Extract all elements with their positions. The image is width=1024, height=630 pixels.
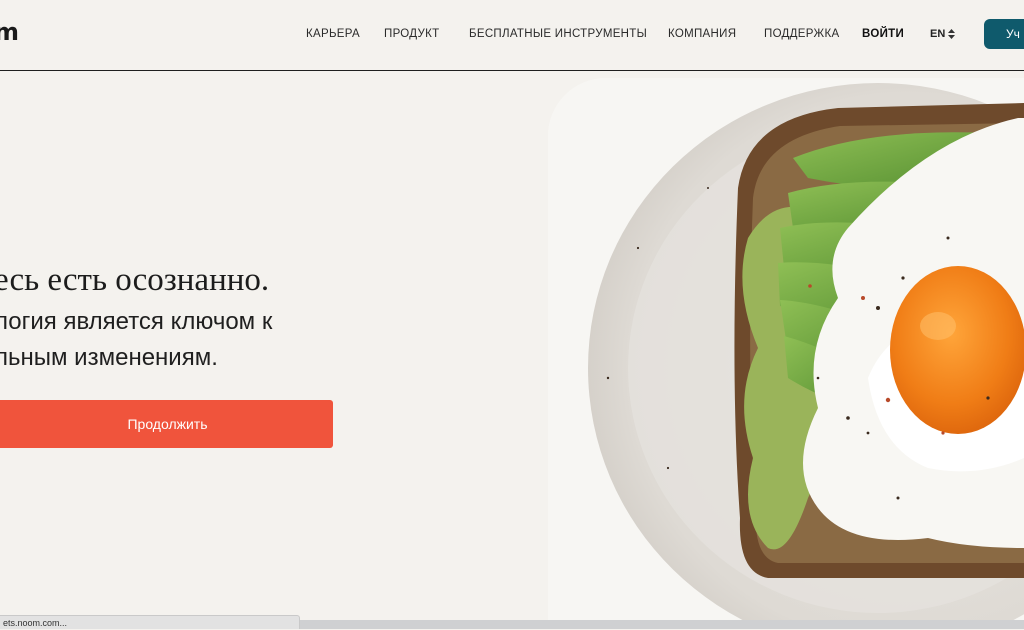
nav-item-support[interactable]: ПОДДЕРЖКА: [764, 28, 839, 40]
language-selector[interactable]: EN: [930, 28, 956, 40]
hero-food-image: [548, 78, 1024, 620]
nav-item-free-tools[interactable]: БЕСПЛАТНЫЕ ИНСТРУМЕНТЫ: [469, 28, 647, 40]
sort-arrows-icon: [948, 29, 956, 39]
top-header: m КАРЬЕРА ПРОДУКТ БЕСПЛАТНЫЕ ИНСТРУМЕНТЫ…: [0, 0, 1024, 71]
nav-item-career[interactable]: КАРЬЕРА: [306, 28, 360, 40]
hero-subline-1: логия является ключом к: [0, 308, 273, 335]
bottom-scroll-strip: [300, 620, 1024, 629]
avocado-toast-illustration: [548, 78, 1024, 620]
nav-item-company[interactable]: КОМПАНИЯ: [668, 28, 736, 40]
hero-headline: есь есть осознанно.: [0, 262, 270, 298]
nav-item-product[interactable]: ПРОДУКТ: [384, 28, 439, 40]
main-nav: КАРЬЕРА ПРОДУКТ БЕСПЛАТНЫЕ ИНСТРУМЕНТЫ К…: [0, 0, 1024, 70]
language-label: EN: [930, 28, 946, 40]
start-quiz-button[interactable]: Уч: [984, 19, 1024, 49]
login-link[interactable]: ВОЙТИ: [862, 28, 904, 40]
status-bar-url: ets.noom.com...: [0, 615, 300, 629]
hero-subline-2: льным изменениям.: [0, 344, 218, 371]
continue-button[interactable]: Продолжить: [0, 400, 333, 448]
